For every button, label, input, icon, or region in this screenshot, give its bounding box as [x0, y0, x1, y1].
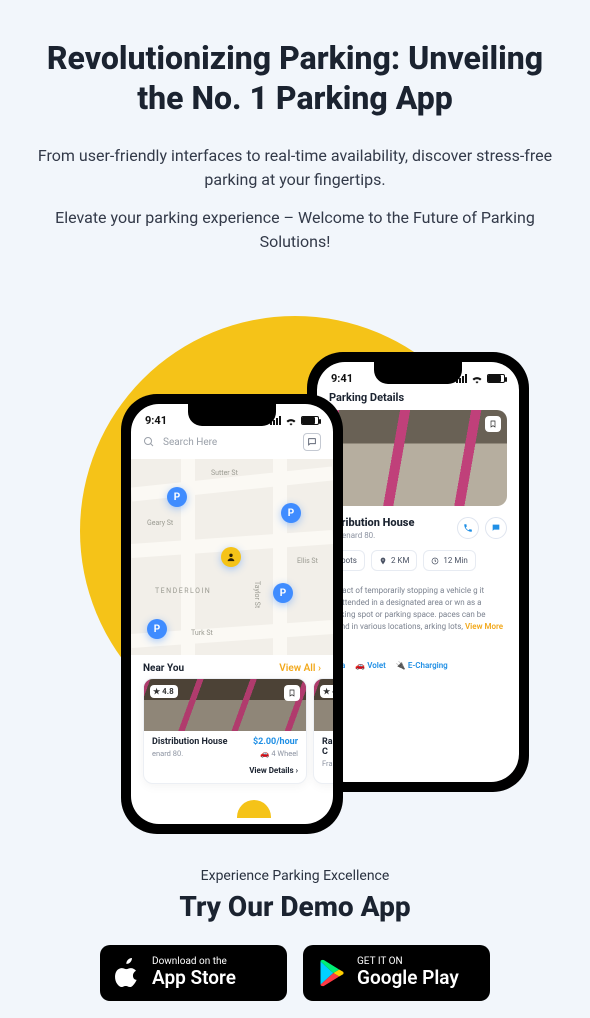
- battery-icon: [301, 416, 319, 425]
- tag-valet: 🚗Volet: [355, 661, 386, 670]
- tag-echarge: 🔌E-Charging: [396, 661, 448, 670]
- headline: Revolutionizing Parking: Unveiling the N…: [24, 38, 566, 118]
- map[interactable]: Sutter St Geary St TENDERLOIN Turk St El…: [131, 459, 333, 655]
- parking-pin[interactable]: P: [167, 487, 187, 507]
- street-label: Geary St: [147, 519, 173, 527]
- chip-distance: 2 KM: [371, 550, 417, 571]
- view-more-link[interactable]: View More: [465, 622, 503, 631]
- wifi-icon: [471, 374, 483, 384]
- street-label: Turk St: [191, 629, 213, 637]
- user-location-pin[interactable]: [221, 547, 241, 567]
- google-play-icon: [317, 959, 345, 987]
- card-price: $2.00/hour: [253, 737, 298, 747]
- view-all-link[interactable]: View All ›: [279, 663, 321, 674]
- chip-time: 12 Min: [423, 550, 475, 571]
- bookmark-icon[interactable]: [485, 416, 501, 432]
- mockup-stage: 9:41 Parking Details istribution House: [25, 296, 565, 836]
- parking-card[interactable]: ★ 4. Rain C Franç: [313, 678, 333, 784]
- detail-title: Parking Details: [329, 391, 404, 404]
- floating-action-button[interactable]: [237, 800, 271, 818]
- subhead-1: From user-friendly interfaces to real-ti…: [35, 144, 555, 192]
- rating-badge: ★ 4.: [320, 685, 333, 698]
- wifi-icon: [285, 416, 297, 426]
- status-time: 9:41: [145, 414, 167, 427]
- search-icon: [143, 436, 155, 448]
- notch: [374, 362, 462, 384]
- parking-pin[interactable]: P: [281, 503, 301, 523]
- parking-card[interactable]: ★ 4.8 Distribution House $2.00/hour enar…: [143, 678, 307, 784]
- street-label: Ellis St: [297, 557, 318, 565]
- search-input[interactable]: Search Here: [163, 437, 295, 448]
- card-addr: enard 80.: [152, 749, 183, 758]
- features-heading: s: [329, 645, 507, 655]
- cta-sup: Experience Parking Excellence: [0, 868, 590, 884]
- detail-hero-image: [329, 410, 507, 506]
- clock-icon: [431, 557, 439, 565]
- near-you-heading: Near You: [143, 663, 184, 674]
- phone-left: 9:41 Search Here Sutter St Geary St: [121, 394, 343, 834]
- message-button[interactable]: [485, 517, 507, 539]
- cta-title: Try Our Demo App: [0, 890, 590, 923]
- gplay-l2: Google Play: [357, 967, 459, 989]
- detail-description: the act of temporarily stopping a vehicl…: [329, 585, 507, 633]
- card-title: Distribution House: [152, 737, 227, 747]
- appstore-l2: App Store: [152, 967, 236, 989]
- pin-icon: [379, 557, 387, 565]
- bookmark-icon[interactable]: [284, 685, 300, 701]
- card-wheel: 🚗 4 Wheel: [260, 749, 298, 758]
- apple-icon: [114, 958, 140, 988]
- view-details-link[interactable]: View Details ›: [249, 766, 298, 775]
- street-label: Taylor St: [253, 581, 261, 608]
- battery-icon: [487, 374, 505, 383]
- area-label: TENDERLOIN: [155, 587, 211, 595]
- card-title: Rain C: [322, 737, 333, 757]
- rating-badge: ★ 4.8: [150, 685, 178, 698]
- notch: [188, 404, 276, 426]
- googleplay-button[interactable]: GET IT ON Google Play: [303, 945, 490, 1001]
- call-button[interactable]: [457, 517, 479, 539]
- parking-pin[interactable]: P: [147, 619, 167, 639]
- status-time: 9:41: [331, 372, 353, 385]
- parking-pin[interactable]: P: [273, 583, 293, 603]
- subhead-2: Elevate your parking experience – Welcom…: [35, 206, 555, 254]
- messages-icon[interactable]: [303, 433, 321, 451]
- card-addr: Franç: [322, 759, 333, 768]
- appstore-button[interactable]: Download on the App Store: [100, 945, 287, 1001]
- street-label: Sutter St: [211, 469, 238, 477]
